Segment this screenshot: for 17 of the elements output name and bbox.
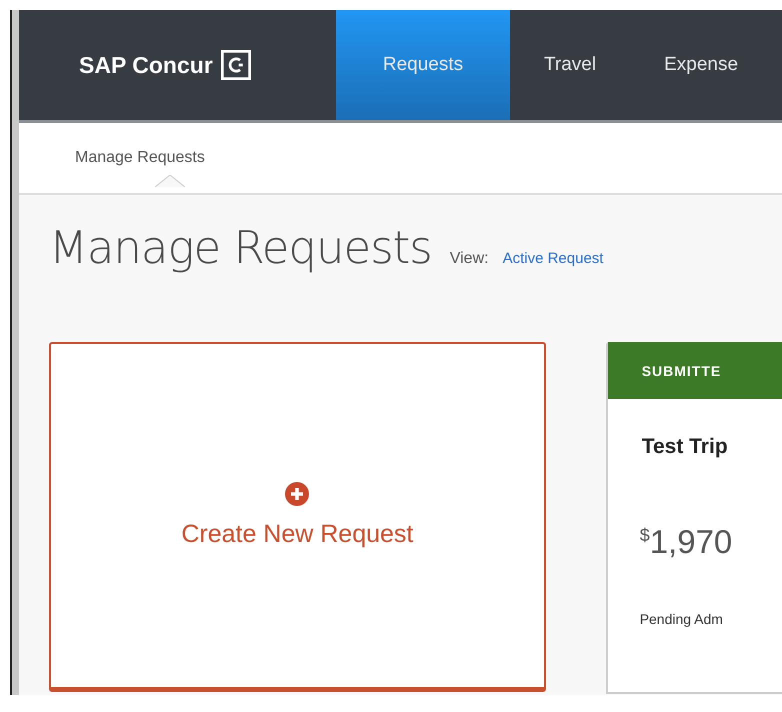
request-status-note: Pending Adm: [638, 610, 724, 627]
plus-icon: [285, 482, 310, 506]
create-request-label: Create New Request: [181, 520, 414, 549]
view-dropdown-link[interactable]: Active Request: [502, 250, 604, 267]
request-card[interactable]: SUBMITTE Test Trip $^{$}$1,970 Pending Adm: [606, 342, 782, 694]
request-amount: $^{$}$1,970: [638, 522, 734, 561]
create-request-card[interactable]: Create New Request: [49, 342, 546, 692]
logo-icon: [220, 50, 251, 80]
brand-name: SAP Concur: [79, 52, 213, 78]
view-label: View:: [450, 250, 489, 268]
request-name: Test Trip: [640, 434, 729, 459]
status-label: SUBMITTE: [642, 362, 722, 378]
subnav-tab[interactable]: Manage Requests: [75, 149, 205, 167]
pointer-caret-icon: [155, 175, 185, 187]
page-title: Manage Requests: [49, 221, 432, 274]
nav-tab[interactable]: Expense: [630, 10, 772, 120]
nav-tab[interactable]: Travel: [510, 10, 630, 120]
